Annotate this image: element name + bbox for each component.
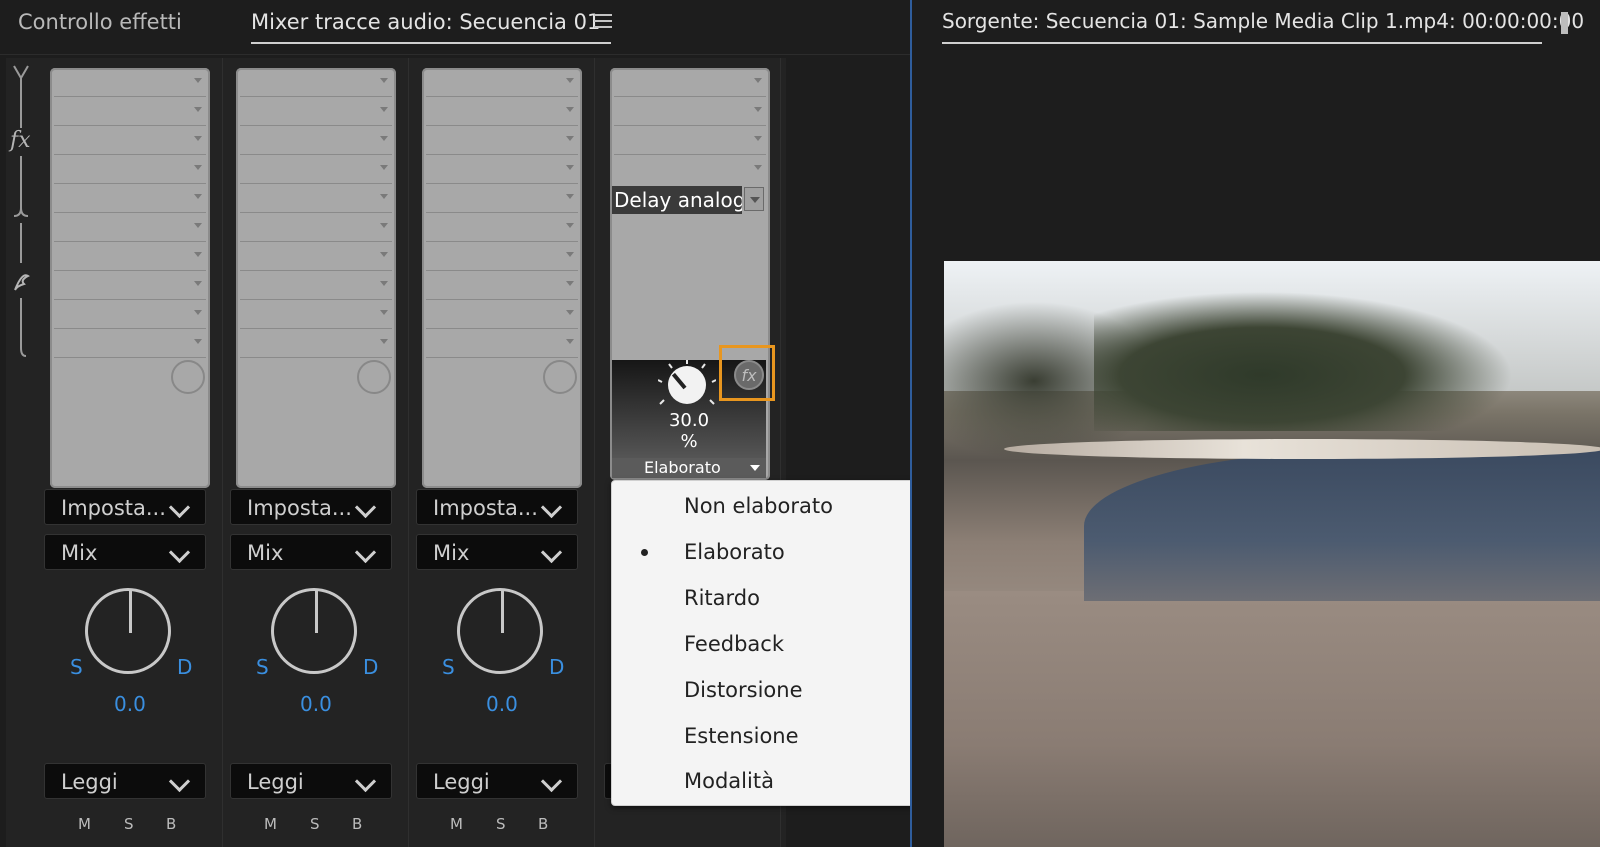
channel-2-settings-dropdown[interactable]: Imposta... (230, 489, 392, 525)
panel-menu-icon[interactable] (1561, 12, 1568, 34)
dropdown-label: Imposta... (433, 496, 538, 520)
pan-left-label: S (256, 655, 269, 679)
tab-source-monitor[interactable]: Sorgente: Secuencia 01: Sample Media Cli… (942, 0, 1584, 44)
channel-2-pan-knob[interactable] (271, 588, 357, 674)
dropdown-label: Mix (61, 541, 98, 565)
pan-left-label: S (70, 655, 83, 679)
menu-item-modalita[interactable]: Modalità (684, 769, 774, 793)
knob-indicator (129, 591, 132, 633)
pan-right-label: D (549, 655, 565, 679)
knob-indicator (501, 591, 504, 633)
chevron-down-icon (168, 770, 191, 793)
send-icon (12, 270, 32, 294)
dropdown-label: Leggi (247, 770, 304, 794)
pan-right-label: D (177, 655, 193, 679)
parameter-select-label: Elaborato (644, 458, 721, 477)
mute-button[interactable]: M (78, 815, 91, 833)
solo-button[interactable]: S (124, 815, 134, 833)
dropdown-label: Mix (247, 541, 284, 565)
solo-button[interactable]: S (310, 815, 320, 833)
send-level-knob[interactable] (543, 360, 577, 394)
fx-icon: fx (10, 128, 31, 153)
mute-button[interactable]: M (264, 815, 277, 833)
record-button[interactable]: B (166, 815, 176, 833)
dropdown-label: Leggi (433, 770, 490, 794)
chevron-down-icon (540, 541, 563, 564)
active-tab-indicator (251, 42, 611, 44)
dropdown-label: Imposta... (61, 496, 166, 520)
video-bowl-rim (1004, 439, 1600, 459)
channel-3-settings-dropdown[interactable]: Imposta... (416, 489, 578, 525)
record-button[interactable]: B (352, 815, 362, 833)
channel-separator (222, 58, 223, 847)
tab-effect-controls[interactable]: Controllo effetti (18, 0, 182, 46)
send-level-knob[interactable] (171, 360, 205, 394)
chevron-down-icon (540, 496, 563, 519)
channel-separator (594, 58, 595, 847)
knob-ticks (658, 360, 716, 405)
channel-1-automation-dropdown[interactable]: Leggi (44, 763, 206, 799)
active-tab-indicator (942, 42, 1542, 44)
panel-menu-icon[interactable] (594, 10, 612, 34)
chevron-down-icon (540, 770, 563, 793)
bracket-lines (13, 65, 29, 357)
effects-sends-bracket (6, 58, 40, 388)
triangle-down-icon (750, 465, 760, 471)
channel-3-mode-dropdown[interactable]: Mix (416, 534, 578, 570)
knob-indicator (315, 591, 318, 633)
solo-button[interactable]: S (496, 815, 506, 833)
video-ground (944, 591, 1600, 847)
dropdown-label: Leggi (61, 770, 118, 794)
channel-2-mode-dropdown[interactable]: Mix (230, 534, 392, 570)
chevron-down-icon (354, 770, 377, 793)
video-skate-bowl (1084, 451, 1600, 601)
pan-left-label: S (442, 655, 455, 679)
channel-separator (408, 58, 409, 847)
dropdown-label: Imposta... (247, 496, 352, 520)
panel-divider (0, 54, 912, 55)
channel-3-pan-value[interactable]: 0.0 (486, 692, 518, 716)
channel-3-pan-knob[interactable] (457, 588, 543, 674)
channel-2-automation-dropdown[interactable]: Leggi (230, 763, 392, 799)
menu-item-distorsione[interactable]: Distorsione (684, 678, 803, 702)
effect-parameter-unit: % (680, 431, 698, 452)
panel-splitter[interactable] (910, 0, 912, 847)
menu-item-elaborato[interactable]: Elaborato (684, 540, 785, 564)
effect-slot-delay[interactable]: Delay analogi (612, 186, 742, 214)
menu-item-non-elaborato[interactable]: Non elaborato (684, 494, 833, 518)
video-preview[interactable] (944, 261, 1600, 847)
channel-3-automation-dropdown[interactable]: Leggi (416, 763, 578, 799)
record-button[interactable]: B (538, 815, 548, 833)
chevron-down-icon (168, 541, 191, 564)
chevron-down-icon (354, 496, 377, 519)
effect-parameter-value[interactable]: 30.0 (612, 412, 766, 430)
dropdown-label: Mix (433, 541, 470, 565)
menu-item-feedback[interactable]: Feedback (684, 632, 784, 656)
pan-right-label: D (363, 655, 379, 679)
channel-1-mode-dropdown[interactable]: Mix (44, 534, 206, 570)
chevron-down-icon (354, 541, 377, 564)
channel-1-pan-knob[interactable] (85, 588, 171, 674)
channel-2-pan-value[interactable]: 0.0 (300, 692, 332, 716)
channel-1-pan-value[interactable]: 0.0 (114, 692, 146, 716)
tab-audio-track-mixer[interactable]: Mixer tracce audio: Secuencia 01 (251, 0, 600, 46)
channel-1-insert-slots[interactable] (50, 68, 210, 488)
channel-3-insert-slots[interactable] (422, 68, 582, 488)
send-level-knob[interactable] (357, 360, 391, 394)
selected-bullet-icon (641, 549, 648, 556)
menu-item-estensione[interactable]: Estensione (684, 724, 799, 748)
effect-parameter-select[interactable]: Elaborato (612, 458, 766, 478)
mute-button[interactable]: M (450, 815, 463, 833)
channel-1-settings-dropdown[interactable]: Imposta... (44, 489, 206, 525)
chevron-down-icon (168, 496, 191, 519)
video-trees (1094, 291, 1514, 431)
fx-bypass-highlight (719, 345, 775, 401)
menu-item-ritardo[interactable]: Ritardo (684, 586, 760, 610)
channel-2-insert-slots[interactable] (236, 68, 396, 488)
effect-slot-dropdown-arrow[interactable] (744, 187, 764, 211)
